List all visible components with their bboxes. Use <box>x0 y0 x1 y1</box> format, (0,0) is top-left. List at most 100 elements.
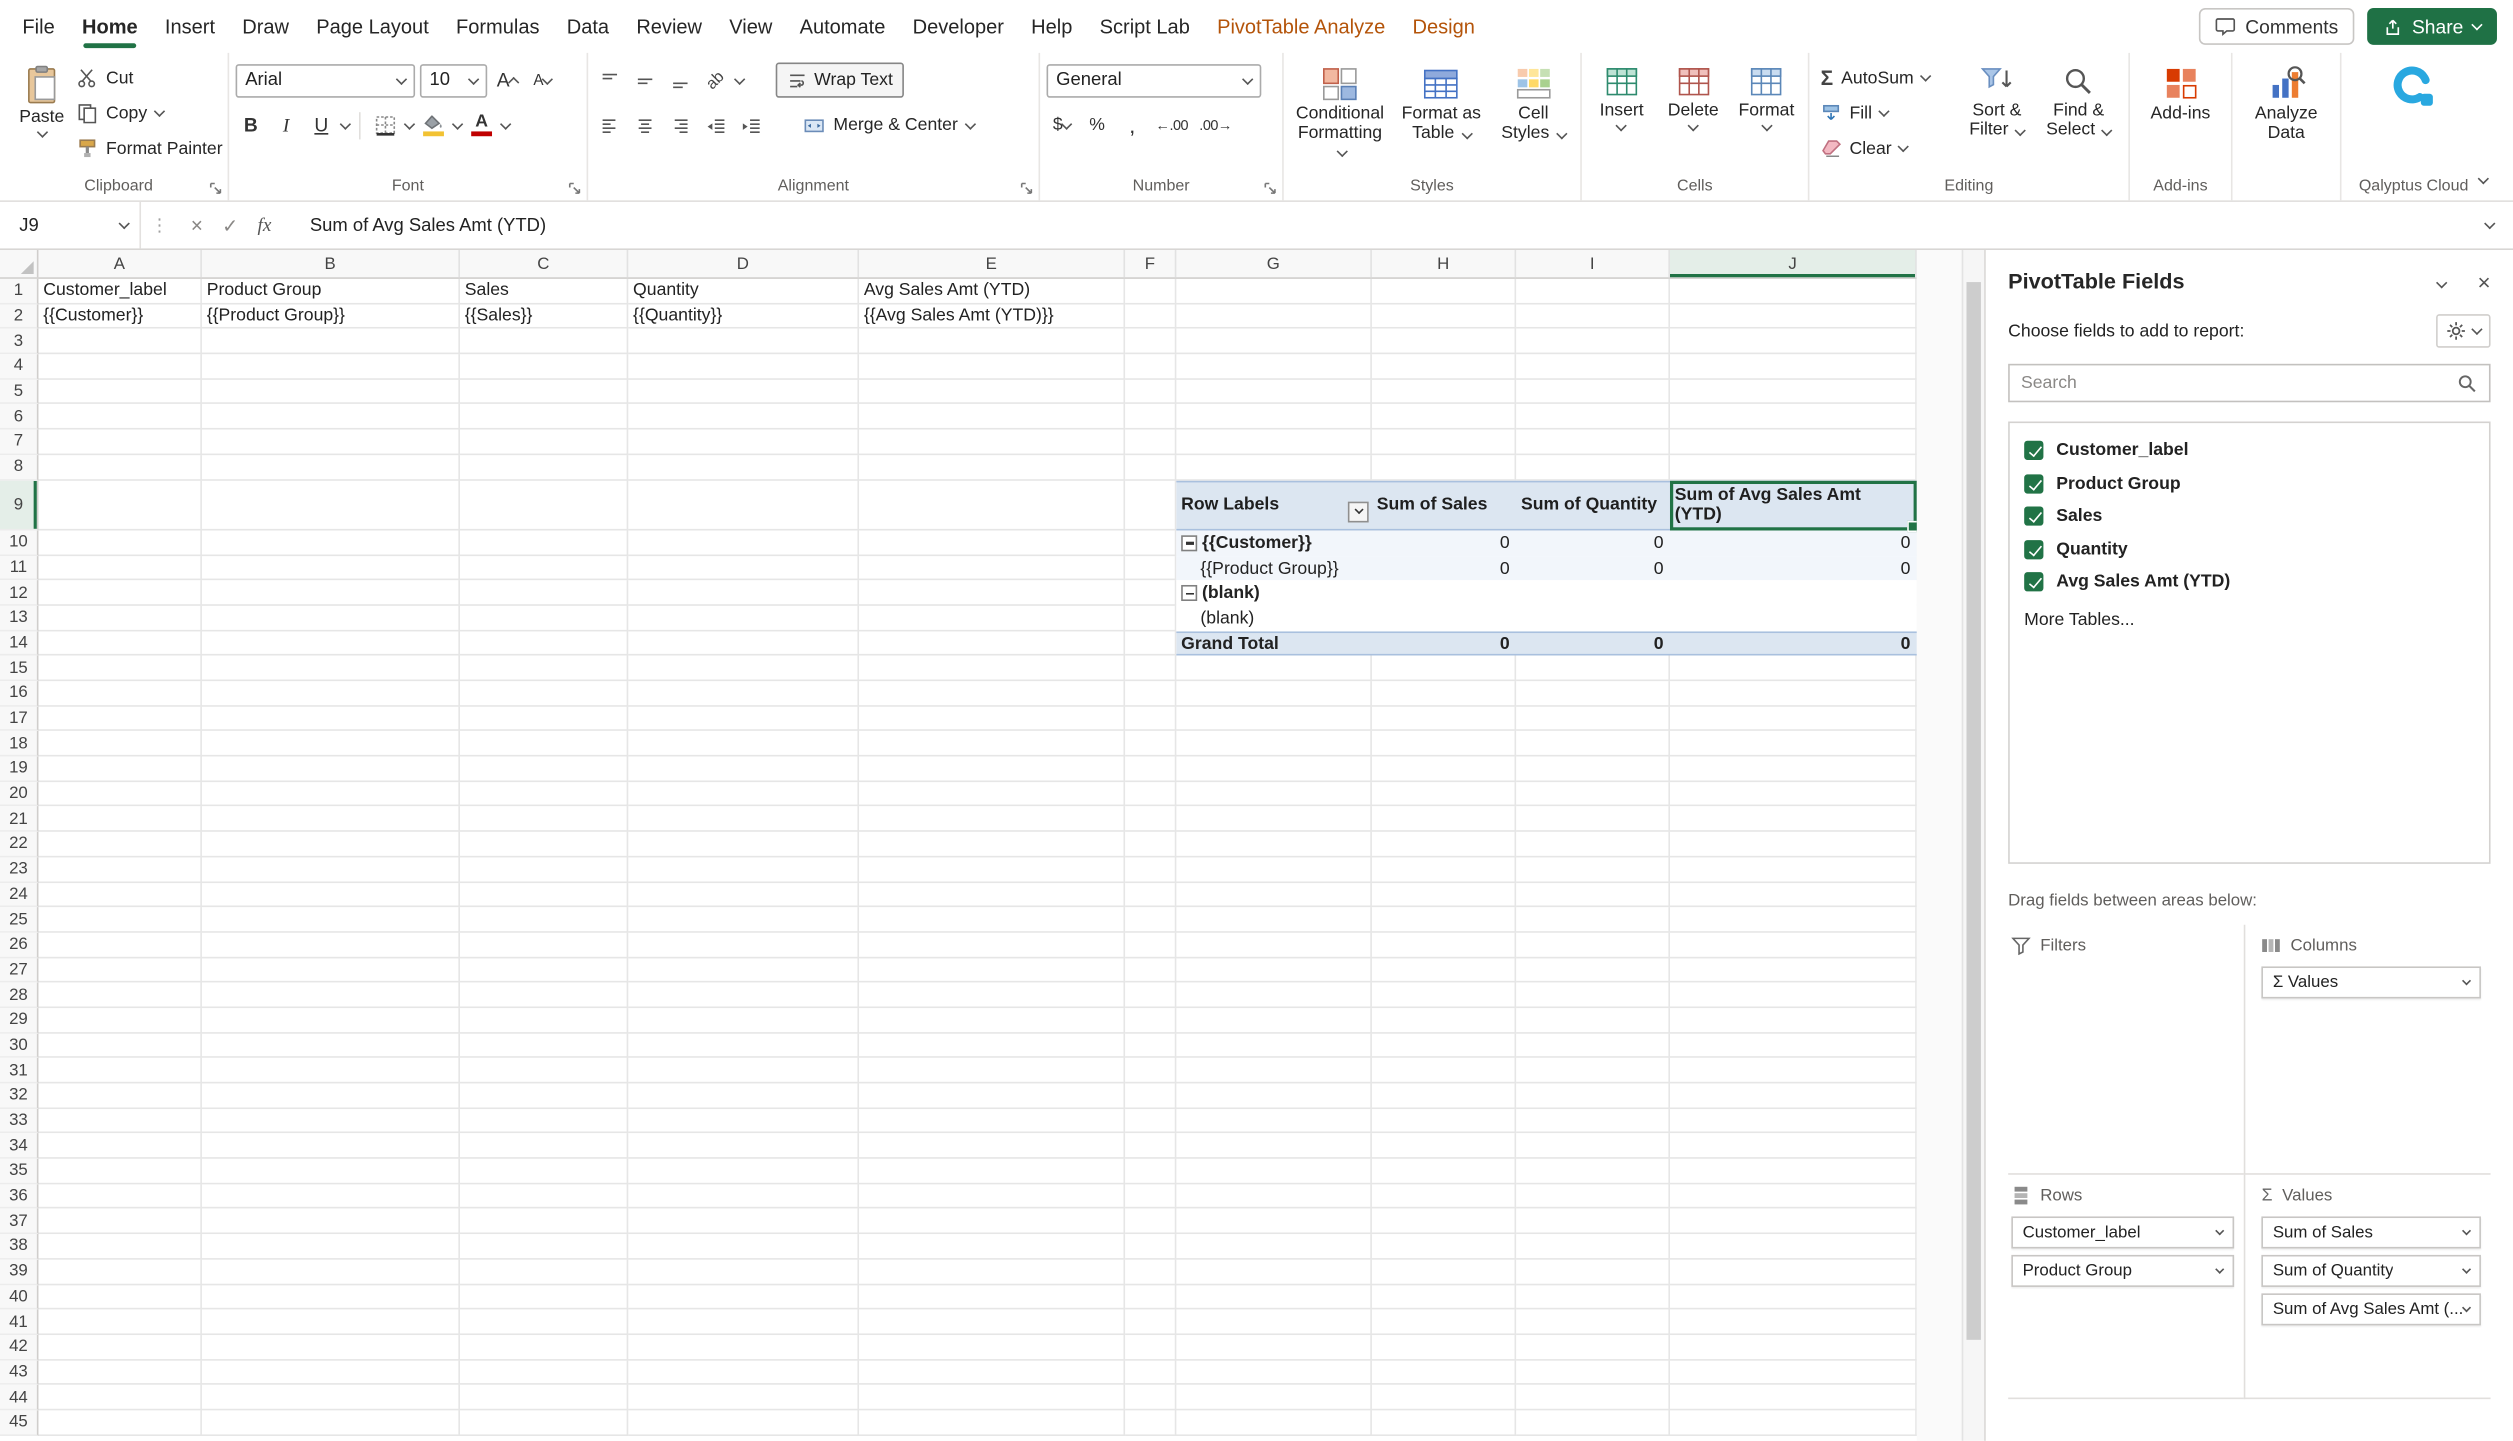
pivot-header-sum-of-avg-sales-amt-ytd[interactable]: Sum of Avg Sales Amt (YTD) <box>1670 482 1917 529</box>
cell-J18[interactable] <box>1670 731 1917 756</box>
cell-J42[interactable] <box>1670 1335 1917 1360</box>
cell-H16[interactable] <box>1372 681 1516 706</box>
cell-E42[interactable] <box>859 1335 1125 1360</box>
cell-I27[interactable] <box>1516 958 1670 983</box>
cut-button[interactable]: Cut <box>72 61 227 95</box>
cell-I42[interactable] <box>1516 1335 1670 1360</box>
cell-J23[interactable] <box>1670 857 1917 882</box>
pane-options-chevron-icon[interactable] <box>2437 272 2445 291</box>
cell-F7[interactable] <box>1125 430 1176 455</box>
fill-color-button[interactable] <box>418 109 448 141</box>
menu-tab-pivottable-analyze[interactable]: PivotTable Analyze <box>1217 0 1385 53</box>
cell-B29[interactable] <box>202 1008 460 1033</box>
cell-B8[interactable] <box>202 455 460 480</box>
cell-C34[interactable] <box>460 1134 628 1159</box>
cell-A37[interactable] <box>38 1209 201 1234</box>
cell-D37[interactable] <box>628 1209 859 1234</box>
cell-J20[interactable] <box>1670 782 1917 807</box>
cell-E11[interactable] <box>859 555 1125 580</box>
cell-B16[interactable] <box>202 681 460 706</box>
cell-F34[interactable] <box>1125 1134 1176 1159</box>
menu-tab-automate[interactable]: Automate <box>800 0 886 53</box>
cell-J16[interactable] <box>1670 681 1917 706</box>
cell-J17[interactable] <box>1670 706 1917 731</box>
cell-A27[interactable] <box>38 958 201 983</box>
cell-B22[interactable] <box>202 832 460 857</box>
cell-H33[interactable] <box>1372 1109 1516 1134</box>
cell-G7[interactable] <box>1176 430 1372 455</box>
cell-F42[interactable] <box>1125 1335 1176 1360</box>
cell-A1[interactable]: Customer_label <box>38 279 201 304</box>
pivot-value-cell[interactable]: 0 <box>1516 533 1670 552</box>
row-header-8[interactable]: 8 <box>0 455 38 480</box>
cell-E19[interactable] <box>859 757 1125 782</box>
field-item-quantity[interactable]: Quantity <box>2024 533 2474 566</box>
cell-I16[interactable] <box>1516 681 1670 706</box>
cell-B4[interactable] <box>202 354 460 379</box>
underline-button[interactable]: U <box>306 109 336 141</box>
wrap-text-button[interactable]: Wrap Text <box>776 63 904 98</box>
cell-E45[interactable] <box>859 1410 1125 1435</box>
row-header-21[interactable]: 21 <box>0 807 38 832</box>
conditional-formatting-button[interactable]: Conditional Formatting <box>1290 61 1390 164</box>
cell-A45[interactable] <box>38 1410 201 1435</box>
merge-center-button[interactable]: Merge & Center <box>798 108 979 142</box>
cell-E16[interactable] <box>859 681 1125 706</box>
cell-H1[interactable] <box>1372 279 1516 304</box>
cell-J33[interactable] <box>1670 1109 1917 1134</box>
cell-H40[interactable] <box>1372 1285 1516 1310</box>
cell-J26[interactable] <box>1670 933 1917 958</box>
field-item-customer-label[interactable]: Customer_label <box>2024 434 2474 467</box>
cell-C32[interactable] <box>460 1083 628 1108</box>
cell-E38[interactable] <box>859 1234 1125 1259</box>
cell-D9[interactable] <box>628 480 859 530</box>
row-header-22[interactable]: 22 <box>0 832 38 857</box>
cell-C8[interactable] <box>460 455 628 480</box>
increase-decimal-button[interactable]: ←.00 <box>1152 109 1191 141</box>
cell-E21[interactable] <box>859 807 1125 832</box>
cell-F16[interactable] <box>1125 681 1176 706</box>
cell-G4[interactable] <box>1176 354 1372 379</box>
cell-B40[interactable] <box>202 1285 460 1310</box>
cell-A13[interactable] <box>38 606 201 631</box>
cell-D3[interactable] <box>628 329 859 354</box>
cell-G41[interactable] <box>1176 1310 1372 1335</box>
pivot-value-cell[interactable]: 0 <box>1516 634 1670 653</box>
cell-I19[interactable] <box>1516 757 1670 782</box>
cell-E37[interactable] <box>859 1209 1125 1234</box>
cell-F11[interactable] <box>1125 555 1176 580</box>
cell-H21[interactable] <box>1372 807 1516 832</box>
cell-F2[interactable] <box>1125 304 1176 329</box>
cell-A31[interactable] <box>38 1058 201 1083</box>
cell-G33[interactable] <box>1176 1109 1372 1134</box>
cell-H20[interactable] <box>1372 782 1516 807</box>
fields-settings-button[interactable] <box>2436 314 2490 348</box>
cell-E7[interactable] <box>859 430 1125 455</box>
pivot-header-row-labels[interactable]: Row Labels <box>1176 482 1372 529</box>
pivot-row-label[interactable]: {{Customer}} <box>1176 530 1372 555</box>
cell-B18[interactable] <box>202 731 460 756</box>
cell-G3[interactable] <box>1176 329 1372 354</box>
cell-E14[interactable] <box>859 631 1125 656</box>
align-middle-button[interactable] <box>630 64 660 96</box>
cell-C14[interactable] <box>460 631 628 656</box>
row-header-43[interactable]: 43 <box>0 1360 38 1385</box>
cell-C17[interactable] <box>460 706 628 731</box>
cell-H42[interactable] <box>1372 1335 1516 1360</box>
cell-B38[interactable] <box>202 1234 460 1259</box>
cell-J38[interactable] <box>1670 1234 1917 1259</box>
cell-H35[interactable] <box>1372 1159 1516 1184</box>
cell-J5[interactable] <box>1670 379 1917 404</box>
cell-A10[interactable] <box>38 530 201 555</box>
cell-F12[interactable] <box>1125 581 1176 606</box>
cell-C18[interactable] <box>460 731 628 756</box>
clear-button[interactable]: Clear <box>1816 131 1954 165</box>
field-checkbox[interactable] <box>2024 441 2043 460</box>
pane-close-icon[interactable]: × <box>2477 270 2490 292</box>
pivot-value-cell[interactable]: 0 <box>1670 559 1917 578</box>
cell-C31[interactable] <box>460 1058 628 1083</box>
vertical-scrollbar-thumb[interactable] <box>1966 282 1980 1340</box>
cell-D42[interactable] <box>628 1335 859 1360</box>
cell-I28[interactable] <box>1516 983 1670 1008</box>
cell-D23[interactable] <box>628 857 859 882</box>
